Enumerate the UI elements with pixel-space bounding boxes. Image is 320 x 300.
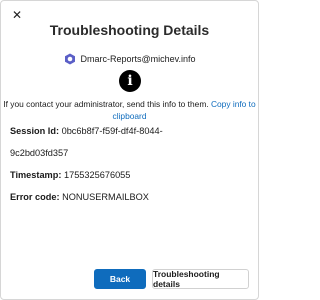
session-id-value-cont: 9c2bd03fd357	[10, 148, 69, 158]
account-row: Dmarc-Reports@michev.info	[1, 53, 258, 65]
troubleshooting-dialog: ✕ Troubleshooting Details Dmarc-Reports@…	[0, 0, 259, 300]
details-section: Session Id: 0bc6b8f7-f59f-df4f-8044- 9c2…	[10, 125, 250, 213]
dialog-title: Troubleshooting Details	[49, 22, 210, 38]
account-email: Dmarc-Reports@michev.info	[80, 54, 196, 64]
session-id-row: Session Id: 0bc6b8f7-f59f-df4f-8044-	[10, 125, 250, 137]
timestamp-label: Timestamp:	[10, 170, 62, 180]
close-button[interactable]: ✕	[12, 9, 22, 21]
timestamp-row: Timestamp: 1755325676055	[10, 169, 250, 181]
session-id-label: Session Id:	[10, 126, 60, 136]
timestamp-value: 1755325676055	[63, 170, 131, 180]
troubleshooting-details-button[interactable]: Troubleshooting details	[152, 269, 249, 289]
session-id-value: 0bc6b8f7-f59f-df4f-8044-	[61, 126, 163, 136]
instructions-message: If you contact your administrator, send …	[3, 99, 209, 109]
info-icon: i	[119, 70, 141, 92]
error-code-row: Error code: NONUSERMAILBOX	[10, 191, 250, 203]
error-code-value: NONUSERMAILBOX	[62, 192, 149, 202]
instructions-text: If you contact your administrator, send …	[1, 98, 258, 122]
account-org-icon	[64, 53, 75, 65]
error-code-label: Error code:	[10, 192, 60, 202]
back-button[interactable]: Back	[94, 269, 146, 289]
session-id-continued: 9c2bd03fd357	[10, 147, 250, 159]
